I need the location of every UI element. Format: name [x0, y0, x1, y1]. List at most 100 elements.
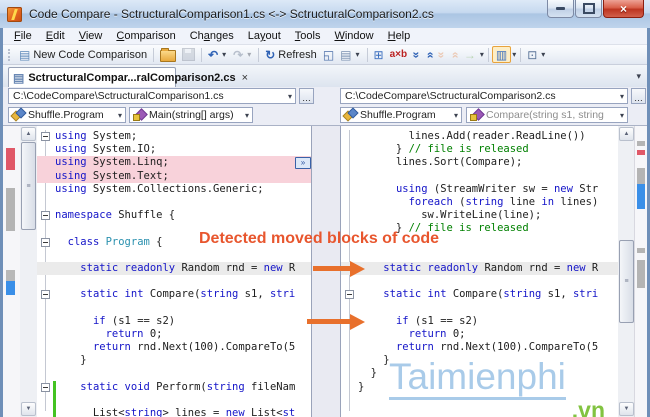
- ignore-case-button[interactable]: a×b: [387, 46, 411, 63]
- right-file-path-combo[interactable]: C:\CodeCompare\SctructuralComparison2.cs…: [340, 88, 628, 104]
- report-button[interactable]: ▤ ▾: [337, 46, 363, 63]
- code-text[interactable]: }: [358, 354, 389, 367]
- code-text[interactable]: }: [358, 367, 377, 380]
- code-text[interactable]: lines.Add(reader.ReadLine()): [358, 130, 586, 143]
- right-type-selector[interactable]: Shuffle.Program ▾: [340, 107, 462, 123]
- right-scrollbar[interactable]: ▲ ≡ ▼: [618, 126, 635, 417]
- caret-icon[interactable]: ▾: [619, 111, 625, 120]
- menu-edit[interactable]: Edit: [39, 29, 72, 43]
- overview-marker-moved[interactable]: [637, 141, 645, 146]
- scroll-up-button[interactable]: ▲: [619, 127, 634, 141]
- left-browse-button[interactable]: …: [299, 88, 314, 104]
- code-text[interactable]: if (s1 == s2): [358, 315, 478, 328]
- code-text[interactable]: static readonly Random rnd = new R: [358, 262, 598, 275]
- copy-previous-change-button[interactable]: »: [448, 46, 462, 63]
- left-type-selector[interactable]: Shuffle.Program ▾: [8, 107, 126, 123]
- fold-gutter[interactable]: [37, 209, 55, 222]
- menu-view[interactable]: View: [72, 29, 110, 43]
- overview-marker-moved[interactable]: [637, 248, 645, 253]
- next-change-button[interactable]: »: [409, 46, 423, 63]
- apply-change-button[interactable]: →: [461, 46, 479, 63]
- code-text[interactable]: static void Perform(string fileNam: [55, 381, 295, 394]
- right-member-selector[interactable]: Compare(string s1, string ▾: [466, 107, 628, 123]
- code-text[interactable]: using System.IO;: [55, 143, 156, 156]
- collapse-icon[interactable]: [41, 132, 50, 141]
- overview-marker-moved[interactable]: [6, 270, 15, 281]
- code-text[interactable]: using System.Linq;: [55, 156, 169, 169]
- overview-marker-moved[interactable]: [637, 260, 645, 288]
- code-text[interactable]: lines.Sort(Compare);: [358, 156, 522, 169]
- code-text[interactable]: using System.Text;: [55, 170, 169, 183]
- fold-gutter[interactable]: [37, 130, 55, 143]
- split-view-button[interactable]: ▥: [491, 46, 512, 63]
- code-text[interactable]: static int Compare(string s1, stri: [358, 288, 598, 301]
- split-view-dropdown-caret[interactable]: ▾: [511, 50, 517, 59]
- tab-overflow-caret[interactable]: ▾: [636, 71, 641, 82]
- collapse-icon[interactable]: [345, 290, 354, 300]
- code-text[interactable]: using (StreamWriter sw = new Str: [358, 183, 598, 196]
- tab-close-icon[interactable]: ×: [242, 72, 248, 84]
- comparison-tab[interactable]: ▤ SctructuralCompar...ralComparison2.cs …: [8, 67, 248, 87]
- left-file-path-combo[interactable]: C:\CodeCompare\SctructuralComparison1.cs…: [8, 88, 296, 104]
- collapse-icon[interactable]: [41, 237, 50, 247]
- caret-icon[interactable]: ▾: [453, 111, 459, 120]
- overview-marker-changed[interactable]: [637, 150, 645, 155]
- left-path-caret[interactable]: ▾: [287, 92, 293, 101]
- code-text[interactable]: sw.WriteLine(line);: [358, 209, 541, 222]
- code-text[interactable]: List<string> lines = new List<st: [55, 407, 295, 417]
- right-browse-button[interactable]: …: [631, 88, 646, 104]
- left-scrollbar-thumb[interactable]: ≡: [21, 142, 36, 230]
- menu-layout[interactable]: Layout: [241, 29, 288, 43]
- right-scrollbar-thumb[interactable]: ≡: [619, 240, 634, 323]
- close-button[interactable]: ×: [603, 0, 644, 18]
- code-text[interactable]: class Program {: [55, 236, 163, 249]
- code-text[interactable]: foreach (string line in lines): [358, 196, 599, 209]
- collapse-icon[interactable]: [41, 382, 50, 392]
- code-text[interactable]: } // file is released: [358, 143, 529, 156]
- menu-window[interactable]: Window: [327, 29, 380, 43]
- menu-changes[interactable]: Changes: [183, 29, 241, 43]
- code-text[interactable]: namespace Shuffle {: [55, 209, 175, 222]
- moved-block-badge[interactable]: »: [295, 157, 311, 169]
- changes-dropdown-caret[interactable]: ▾: [479, 50, 485, 59]
- code-text[interactable]: return rnd.Next(100).CompareTo(5: [358, 341, 598, 354]
- redo-button[interactable]: ↷ ▾: [230, 46, 255, 63]
- code-text[interactable]: return 0;: [358, 328, 466, 341]
- collapse-icon[interactable]: [41, 211, 50, 221]
- menu-file[interactable]: File: [7, 29, 39, 43]
- open-button[interactable]: [157, 46, 179, 63]
- minimize-button[interactable]: [547, 0, 574, 18]
- fold-gutter[interactable]: [37, 236, 55, 249]
- maximize-button[interactable]: [575, 0, 602, 18]
- copy-next-change-button[interactable]: »: [435, 46, 449, 63]
- left-member-selector[interactable]: Main(string[] args) ▾: [129, 107, 253, 123]
- fold-gutter[interactable]: [37, 288, 55, 301]
- code-text[interactable]: using System.Collections.Generic;: [55, 183, 264, 196]
- refresh-button[interactable]: ↻ Refresh: [262, 46, 320, 63]
- scroll-up-button[interactable]: ▲: [21, 127, 36, 141]
- caret-icon[interactable]: ▾: [244, 111, 250, 120]
- overview-marker-moved[interactable]: [6, 188, 15, 231]
- fold-gutter[interactable]: [341, 288, 358, 301]
- structure-compare-button[interactable]: ⊞: [371, 46, 387, 63]
- menu-tools[interactable]: Tools: [288, 29, 328, 43]
- overview-marker-current[interactable]: [6, 281, 15, 295]
- code-text[interactable]: if (s1 == s2): [55, 315, 175, 328]
- code-text[interactable]: }: [358, 381, 364, 394]
- code-text[interactable]: return rnd.Next(100).CompareTo(5: [55, 341, 295, 354]
- save-button[interactable]: [179, 46, 198, 63]
- code-text[interactable]: using System;: [55, 130, 137, 143]
- menu-help[interactable]: Help: [381, 29, 418, 43]
- code-text[interactable]: return 0;: [55, 328, 163, 341]
- collapse-icon[interactable]: [41, 290, 50, 300]
- scroll-down-button[interactable]: ▼: [619, 402, 634, 416]
- overview-marker-moved[interactable]: [637, 168, 645, 184]
- code-text[interactable]: static readonly Random rnd = new R: [55, 262, 295, 275]
- overview-marker-changed[interactable]: [6, 148, 15, 170]
- overview-marker-current[interactable]: [637, 184, 645, 209]
- menu-comparison[interactable]: Comparison: [109, 29, 182, 43]
- left-scrollbar[interactable]: ▲ ≡ ▼: [20, 126, 37, 417]
- scroll-down-button[interactable]: ▼: [21, 402, 36, 416]
- right-overview-strip[interactable]: [634, 126, 647, 417]
- code-text[interactable]: }: [55, 354, 86, 367]
